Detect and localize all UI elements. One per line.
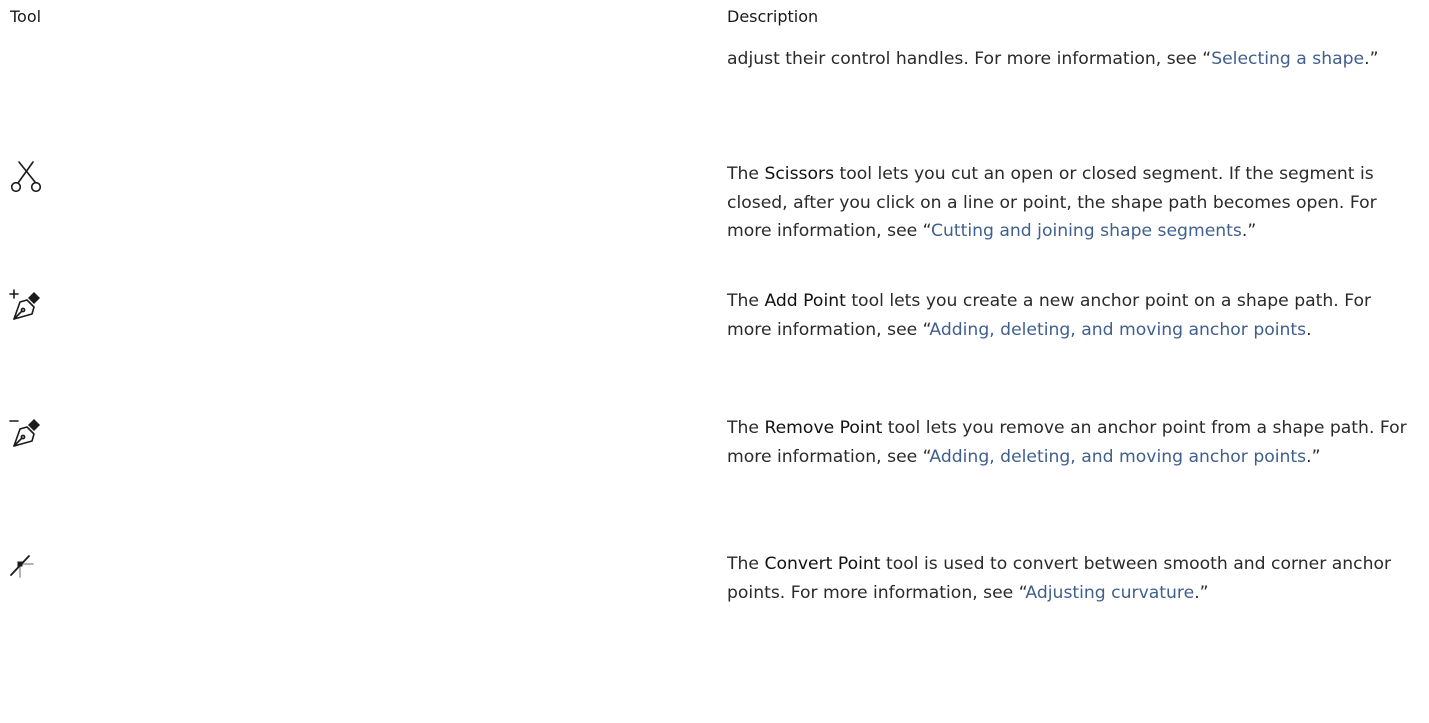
link-cutting-and-joining[interactable]: Cutting and joining shape segments	[931, 221, 1242, 241]
link-adding-deleting-moving[interactable]: Adding, deleting, and moving anchor poin…	[929, 320, 1306, 340]
tool-name-add-point: Add Point	[764, 291, 846, 311]
column-header-tool: Tool	[10, 7, 42, 26]
add-point-pen-icon	[9, 289, 40, 320]
tool-name-scissors: Scissors	[764, 164, 835, 184]
link-adjusting-curvature[interactable]: Adjusting curvature	[1025, 583, 1194, 603]
link-selecting-a-shape[interactable]: Selecting a shape	[1211, 49, 1364, 69]
remove-point-pen-icon	[9, 419, 40, 447]
column-header-description: Description	[727, 7, 819, 26]
tool-name-convert-point: Convert Point	[764, 554, 881, 574]
description-convert-point: The Convert Point tool is used to conver…	[727, 554, 1392, 603]
convert-point-icon	[10, 555, 34, 578]
link-adding-deleting-moving-2[interactable]: Adding, deleting, and moving anchor poin…	[929, 447, 1306, 467]
tool-name-remove-point: Remove Point	[764, 418, 883, 438]
description-scissors: The Scissors tool lets you cut an open o…	[727, 164, 1377, 241]
description-selecting-shape: adjust their control handles. For more i…	[727, 49, 1379, 69]
description-remove-point: The Remove Point tool lets you remove an…	[727, 418, 1407, 467]
description-add-point: The Add Point tool lets you create a new…	[727, 291, 1372, 340]
scissors-icon	[10, 161, 42, 193]
